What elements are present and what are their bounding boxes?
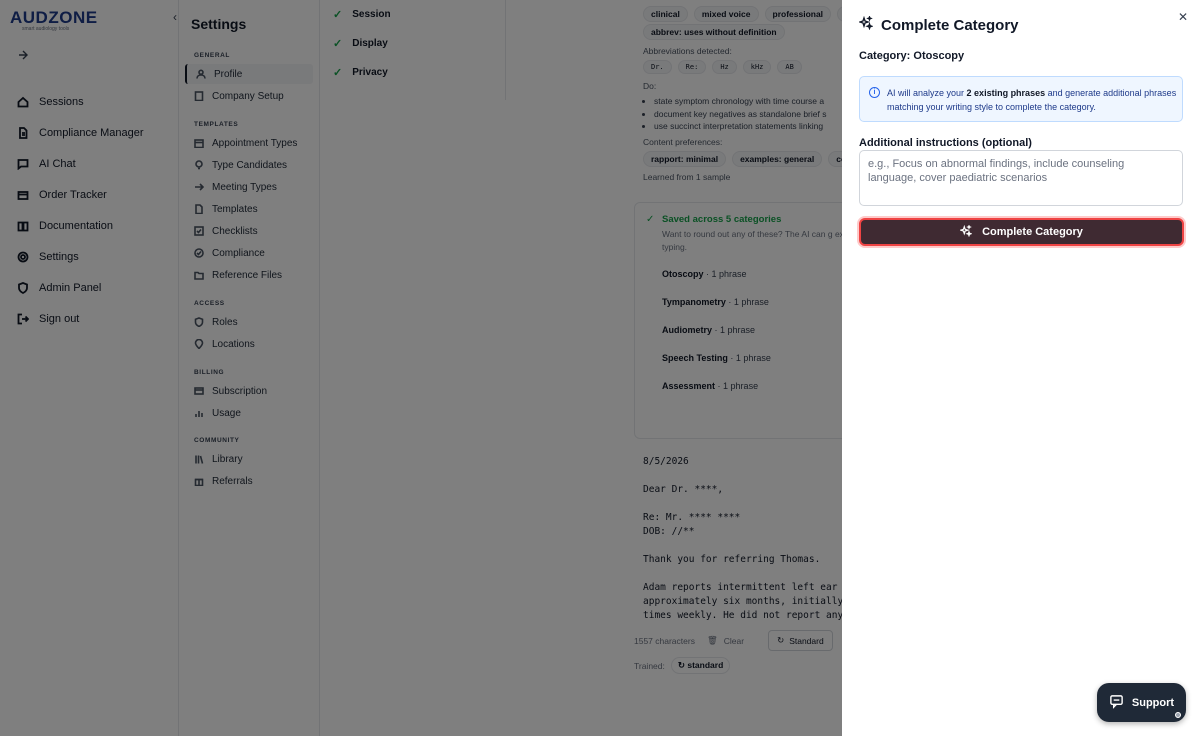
modal-backdrop[interactable] xyxy=(0,0,842,736)
instructions-textarea[interactable] xyxy=(859,150,1183,206)
info-box: i AI will analyze your 2 existing phrase… xyxy=(859,76,1183,122)
category-line: Category: Otoscopy xyxy=(859,50,965,62)
instructions-label: Additional instructions (optional) xyxy=(859,137,1032,149)
info-text-bold: 2 existing phrases xyxy=(966,88,1046,98)
sparkles-icon xyxy=(857,15,874,34)
info-text: AI will analyze your 2 existing phrases … xyxy=(887,86,1177,114)
complete-category-button-label: Complete Category xyxy=(982,226,1083,238)
complete-category-button[interactable]: Complete Category xyxy=(859,218,1184,246)
info-text-prefix: AI will analyze your xyxy=(887,88,967,98)
support-label: Support xyxy=(1131,696,1175,709)
sparkles-icon xyxy=(959,223,973,240)
panel-title: Complete Category xyxy=(857,15,1019,34)
close-icon[interactable]: ✕ xyxy=(1178,10,1188,24)
complete-category-panel: Complete Category ✕ Category: Otoscopy i… xyxy=(842,0,1200,736)
chat-bubble-icon xyxy=(1109,694,1124,712)
support-button[interactable]: Support xyxy=(1097,683,1186,722)
status-dot xyxy=(1175,712,1181,718)
info-icon: i xyxy=(869,87,880,98)
panel-title-text: Complete Category xyxy=(881,16,1019,34)
